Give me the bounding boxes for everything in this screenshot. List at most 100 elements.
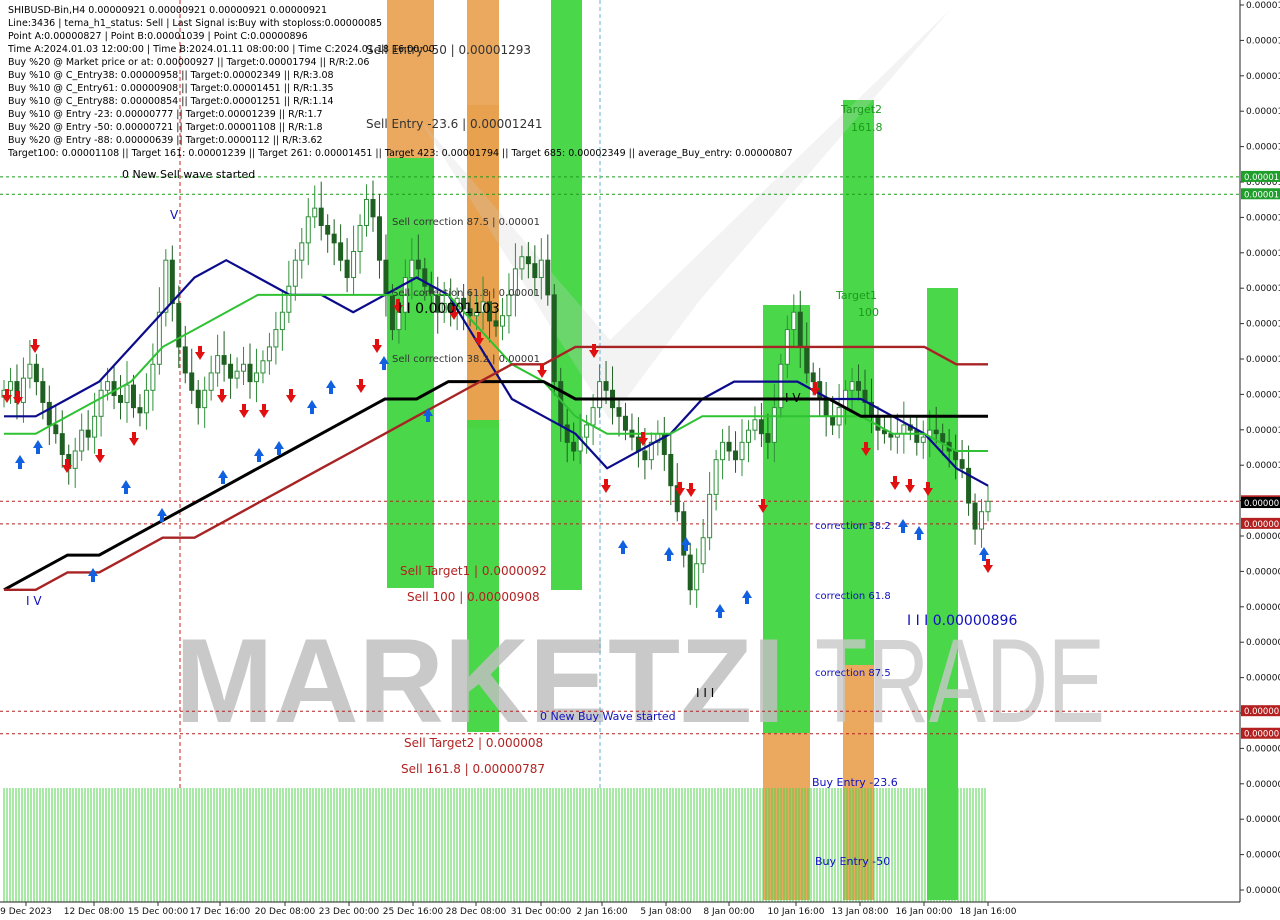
price-chart[interactable]: MARKETZI TRADE 0 New Sell wave started Se… — [0, 0, 1280, 920]
candle-body — [972, 502, 978, 530]
candle-body — [409, 259, 415, 279]
y-tick-label: 0.00000 — [1246, 567, 1280, 577]
price-tag-label: 0.00000 — [1244, 499, 1279, 509]
x-tick-label: 12 Dec 08:00 — [64, 907, 125, 917]
y-tick-label: 0.00000 — [1246, 886, 1280, 896]
chart-label: 0 New Buy Wave started — [540, 710, 676, 723]
y-tick-label: 0.00000 — [1246, 638, 1280, 648]
y-tick-label: 0.00000 — [1246, 603, 1280, 613]
chart-label: correction 61.8 — [815, 591, 891, 602]
candle-body — [707, 493, 713, 539]
candle-body — [46, 401, 52, 426]
chart-label: Sell Entry -23.6 | 0.00001241 — [366, 117, 542, 131]
candle-body — [118, 394, 124, 403]
candle-body — [778, 363, 784, 409]
candle-body — [351, 251, 357, 279]
candle-body — [266, 346, 272, 362]
candle-body — [370, 198, 376, 218]
candle-body — [130, 384, 136, 409]
x-tick-label: 31 Dec 00:00 — [511, 907, 572, 917]
x-tick-label: 20 Dec 08:00 — [255, 907, 316, 917]
candle-body — [143, 389, 149, 414]
chart-label: Sell 100 | 0.00000908 — [407, 590, 540, 604]
watermark-right: TRADE — [815, 614, 1105, 748]
candle-body — [771, 407, 777, 443]
price-tag-label: 0.00000 — [1244, 520, 1279, 530]
candle-body — [27, 363, 33, 379]
candle-body — [415, 259, 421, 270]
candle-body — [215, 355, 221, 374]
x-tick-label: 5 Jan 08:00 — [640, 907, 692, 917]
candle-body — [325, 225, 331, 235]
candle-body — [953, 450, 959, 461]
y-tick-label: 0.00001 — [1246, 284, 1280, 294]
chart-label: I I I 0.00000896 — [907, 613, 1017, 629]
y-tick-label: 0.00001 — [1246, 461, 1280, 471]
chart-label: I V — [785, 391, 801, 405]
candle-body — [72, 450, 78, 469]
candle-body — [758, 419, 764, 435]
candle-body — [124, 384, 130, 403]
chart-label: 0 New Sell wave started — [122, 168, 255, 181]
y-tick-label: 0.00001 — [1246, 143, 1280, 153]
y-tick-label: 0.00001 — [1246, 36, 1280, 46]
candle-body — [376, 216, 382, 261]
candle-body — [752, 419, 758, 431]
x-tick-label: 8 Jan 00:00 — [703, 907, 755, 917]
y-tick-label: 0.00000 — [1246, 780, 1280, 790]
candle-body — [545, 259, 551, 296]
candle-body — [914, 429, 920, 443]
chart-label: Sell correction 38.2 | 0.00001 — [392, 354, 540, 365]
candle-body — [137, 407, 143, 414]
zone-orange — [387, 0, 434, 158]
x-tick-label: 15 Dec 00:00 — [128, 907, 189, 917]
candle-body — [979, 511, 985, 530]
y-tick-label: 0.00000 — [1246, 744, 1280, 754]
candle-body — [253, 372, 259, 383]
candle-body — [642, 450, 648, 461]
candle-body — [150, 363, 156, 391]
watermark-left: MARKETZI — [175, 614, 785, 748]
candle-body — [830, 415, 836, 426]
x-tick-label: 17 Dec 16:00 — [190, 907, 251, 917]
chart-label: 161.8 — [851, 121, 883, 134]
candle-body — [292, 259, 298, 287]
y-tick-label: 0.00000 — [1246, 851, 1280, 861]
price-tag-label: 0.00000 — [1244, 730, 1279, 740]
candle-body — [797, 311, 803, 348]
candle-body — [985, 500, 991, 513]
candle-body — [279, 311, 285, 331]
x-tick-label: 28 Dec 08:00 — [446, 907, 507, 917]
candle-body — [364, 198, 370, 227]
candle-body — [331, 233, 337, 244]
info-line: Buy %10 @ C_Entry38: 0.00000958 || Targe… — [8, 70, 334, 81]
price-tag-label: 0.00001 — [1244, 173, 1279, 183]
candle-body — [700, 537, 706, 565]
candle-body — [169, 259, 175, 305]
info-line: Line:3436 | tema_h1_status: Sell | Last … — [8, 18, 382, 29]
candle-body — [622, 415, 628, 431]
y-tick-label: 0.00001 — [1246, 320, 1280, 330]
candle-body — [176, 303, 182, 348]
chart-label: I I 0.00001103 — [398, 301, 500, 317]
chart-label: 100 — [858, 306, 879, 319]
candle-body — [241, 363, 247, 372]
chart-label: Sell correction 87.5 | 0.00001 — [392, 217, 540, 228]
candle-body — [694, 563, 700, 591]
chart-label: Sell Target1 | 0.0000092 — [400, 564, 547, 578]
x-tick-label: 18 Jan 16:00 — [960, 907, 1017, 917]
info-line: Point A:0.00000827 | Point B:0.00001039 … — [8, 31, 308, 42]
y-tick-label: 0.00001 — [1246, 355, 1280, 365]
y-tick-label: 0.00000 — [1246, 815, 1280, 825]
x-tick-label: 25 Dec 16:00 — [383, 907, 444, 917]
candle-body — [603, 381, 609, 391]
info-line: Buy %10 @ C_Entry88: 0.00000854 || Targe… — [8, 96, 334, 107]
chart-label: correction 38.2 — [815, 521, 891, 532]
y-tick-label: 0.00000 — [1246, 532, 1280, 542]
candle-body — [318, 207, 324, 226]
y-tick-label: 0.00001 — [1246, 107, 1280, 117]
y-tick-label: 0.00001 — [1246, 249, 1280, 259]
candle-body — [901, 424, 907, 435]
candle-body — [357, 225, 363, 253]
candle-body — [733, 450, 739, 461]
